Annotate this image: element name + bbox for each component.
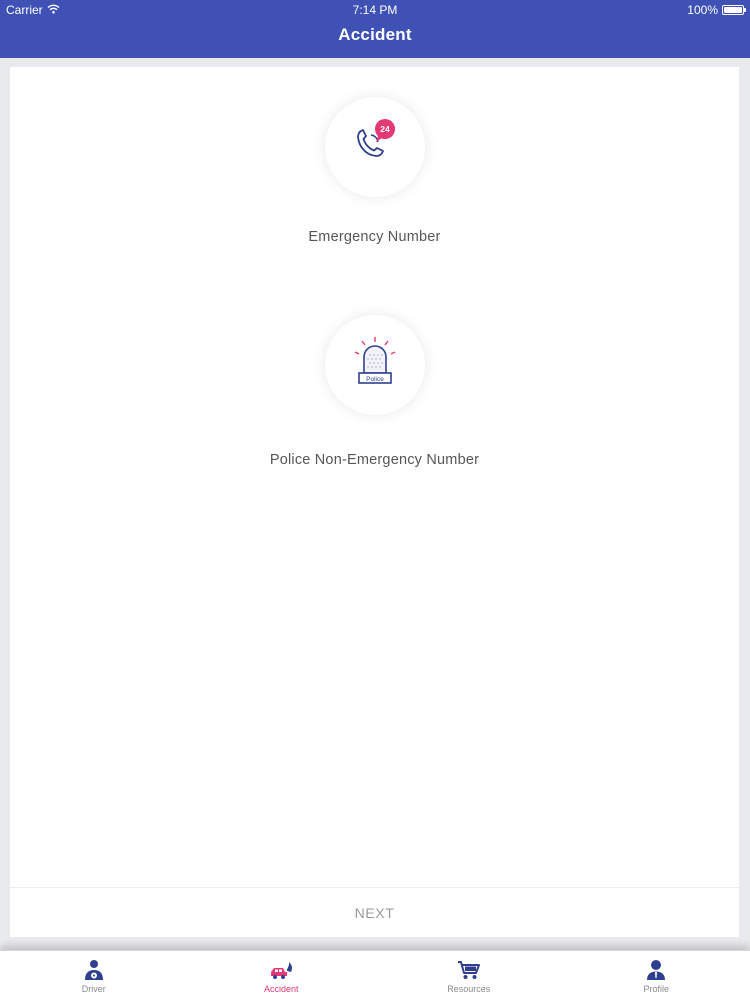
car-crash-icon (269, 959, 293, 981)
police-non-emergency-label: Police Non-Emergency Number (10, 452, 739, 468)
next-button[interactable]: NEXT (10, 888, 739, 937)
status-time: 7:14 PM (0, 3, 750, 17)
police-icon-circle[interactable]: Police (325, 315, 425, 415)
tab-bar: Driver Accident Resources (0, 950, 750, 1001)
top-bar: Carrier 7:14 PM 100% Accident (0, 0, 750, 58)
tab-driver-label: Driver (82, 984, 106, 994)
tab-driver[interactable]: Driver (0, 951, 188, 1001)
police-siren-icon: Police (345, 333, 405, 398)
phone-badge-text: 24 (380, 124, 390, 134)
profile-icon (644, 959, 668, 981)
police-badge-text: Police (366, 376, 384, 383)
tab-profile-label: Profile (643, 984, 669, 994)
emergency-icon-circle[interactable]: 24 (325, 97, 425, 197)
driver-icon (82, 959, 106, 981)
tab-resources-label: Resources (447, 984, 490, 994)
cart-icon (457, 959, 481, 981)
emergency-number-label: Emergency Number (10, 229, 739, 245)
tab-resources[interactable]: Resources (375, 951, 563, 1001)
battery-icon (722, 5, 744, 15)
page-title: Accident (0, 25, 750, 45)
main-card: 24 Emergency Number (10, 67, 739, 937)
battery-percent: 100% (687, 3, 718, 17)
tab-accident[interactable]: Accident (188, 951, 376, 1001)
police-non-emergency-option[interactable]: Police Police Non-Emergency Number (10, 315, 739, 468)
phone-24-icon: 24 (347, 117, 403, 178)
emergency-number-option[interactable]: 24 Emergency Number (10, 97, 739, 245)
tab-accident-label: Accident (264, 984, 299, 994)
status-bar: Carrier 7:14 PM 100% (0, 0, 750, 20)
tab-profile[interactable]: Profile (563, 951, 750, 1001)
status-right: 100% (687, 3, 744, 17)
